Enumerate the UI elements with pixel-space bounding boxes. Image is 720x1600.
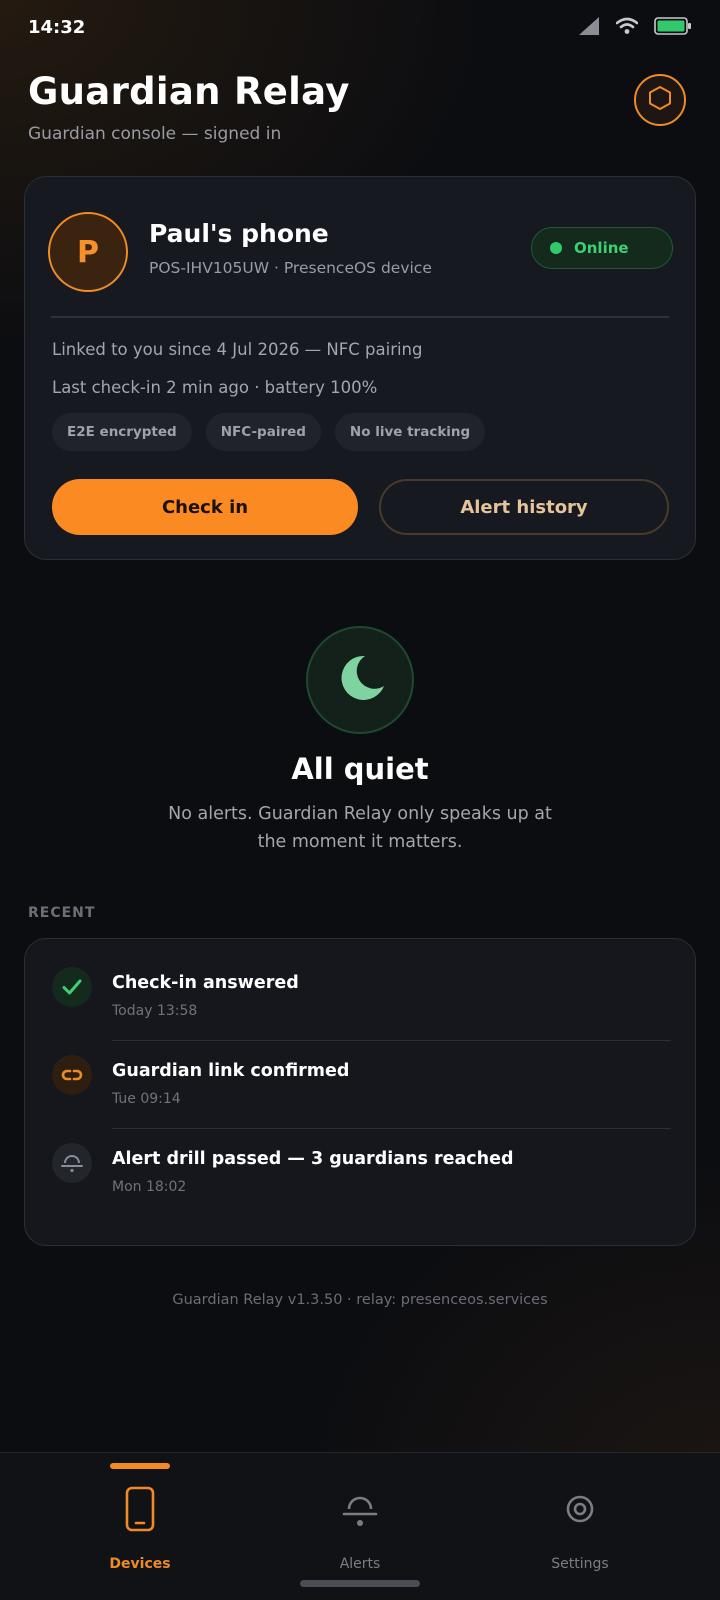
wifi-icon: [615, 17, 639, 39]
avatar: P: [48, 212, 128, 292]
status-bar: 14:32: [0, 0, 720, 56]
device-identifier: POS-IHV105UW · PresenceOS device: [149, 259, 432, 277]
home-indicator[interactable]: [300, 1580, 420, 1587]
device-name: Paul's phone: [149, 219, 329, 248]
list-item-title: Alert drill passed — 3 guardians reached: [112, 1149, 514, 1169]
check-in-button[interactable]: Check in: [52, 479, 358, 535]
bell-icon: [52, 1143, 92, 1183]
moon-icon: [332, 650, 388, 710]
page-subtitle: Guardian console — signed in: [28, 124, 282, 144]
bottom-nav: Devices Alerts Settings: [0, 1452, 720, 1600]
device-card: P Paul's phone POS-IHV105UW · PresenceOS…: [24, 176, 696, 560]
status-badge: Online: [531, 227, 673, 269]
quiet-description: No alerts. Guardian Relay only speaks up…: [168, 804, 552, 852]
list-item[interactable]: Alert drill passed — 3 guardians reached…: [25, 1129, 697, 1217]
feature-chips: E2E encrypted NFC-paired No live trackin…: [52, 413, 486, 451]
list-item[interactable]: Guardian link confirmed Tue 09:14: [25, 1041, 697, 1129]
status-time: 14:32: [28, 17, 86, 38]
recent-list: Check-in answered Today 13:58 Guardian l…: [24, 938, 696, 1246]
alert-history-button[interactable]: Alert history: [379, 479, 669, 535]
tab-devices[interactable]: Devices: [50, 1453, 230, 1583]
chip-e2e: E2E encrypted: [52, 413, 192, 451]
bell-icon: [336, 1485, 384, 1533]
tab-settings[interactable]: Settings: [490, 1453, 670, 1583]
tab-label: Devices: [109, 1556, 171, 1572]
list-item-title: Guardian link confirmed: [112, 1061, 350, 1081]
tab-label: Settings: [551, 1556, 609, 1572]
link-icon: [52, 1055, 92, 1095]
linked-info: Linked to you since 4 Jul 2026 — NFC pai…: [52, 340, 423, 359]
page-title: Guardian Relay: [28, 70, 350, 113]
recent-section-label: RECENT: [28, 905, 96, 921]
status-badge-label: Online: [574, 239, 629, 257]
chip-tracking: No live tracking: [334, 413, 486, 451]
tab-label: Alerts: [339, 1556, 381, 1572]
list-item-time: Today 13:58: [112, 1003, 198, 1019]
online-dot-icon: [550, 242, 562, 254]
quiet-title: All quiet: [291, 752, 429, 786]
quiet-state-badge: [306, 626, 414, 734]
tab-alerts[interactable]: Alerts: [270, 1453, 450, 1583]
signal-icon: [578, 16, 600, 40]
list-item-time: Mon 18:02: [112, 1179, 187, 1195]
version-footer: Guardian Relay v1.3.50 · relay: presence…: [172, 1292, 548, 1308]
list-item-title: Check-in answered: [112, 973, 299, 993]
battery-icon: [654, 16, 692, 40]
list-item[interactable]: Check-in answered Today 13:58: [25, 953, 697, 1041]
list-item-time: Tue 09:14: [112, 1091, 181, 1107]
phone-icon: [116, 1485, 164, 1533]
shield-button[interactable]: [634, 74, 686, 126]
settings-icon: [556, 1485, 604, 1533]
chip-nfc: NFC-paired: [205, 413, 321, 451]
checkin-info: Last check-in 2 min ago · battery 100%: [52, 378, 378, 397]
active-tab-indicator: [110, 1463, 170, 1469]
check-icon: [52, 967, 92, 1007]
card-divider: [51, 316, 669, 318]
status-icons: [578, 16, 692, 40]
shield-icon: [646, 84, 674, 116]
